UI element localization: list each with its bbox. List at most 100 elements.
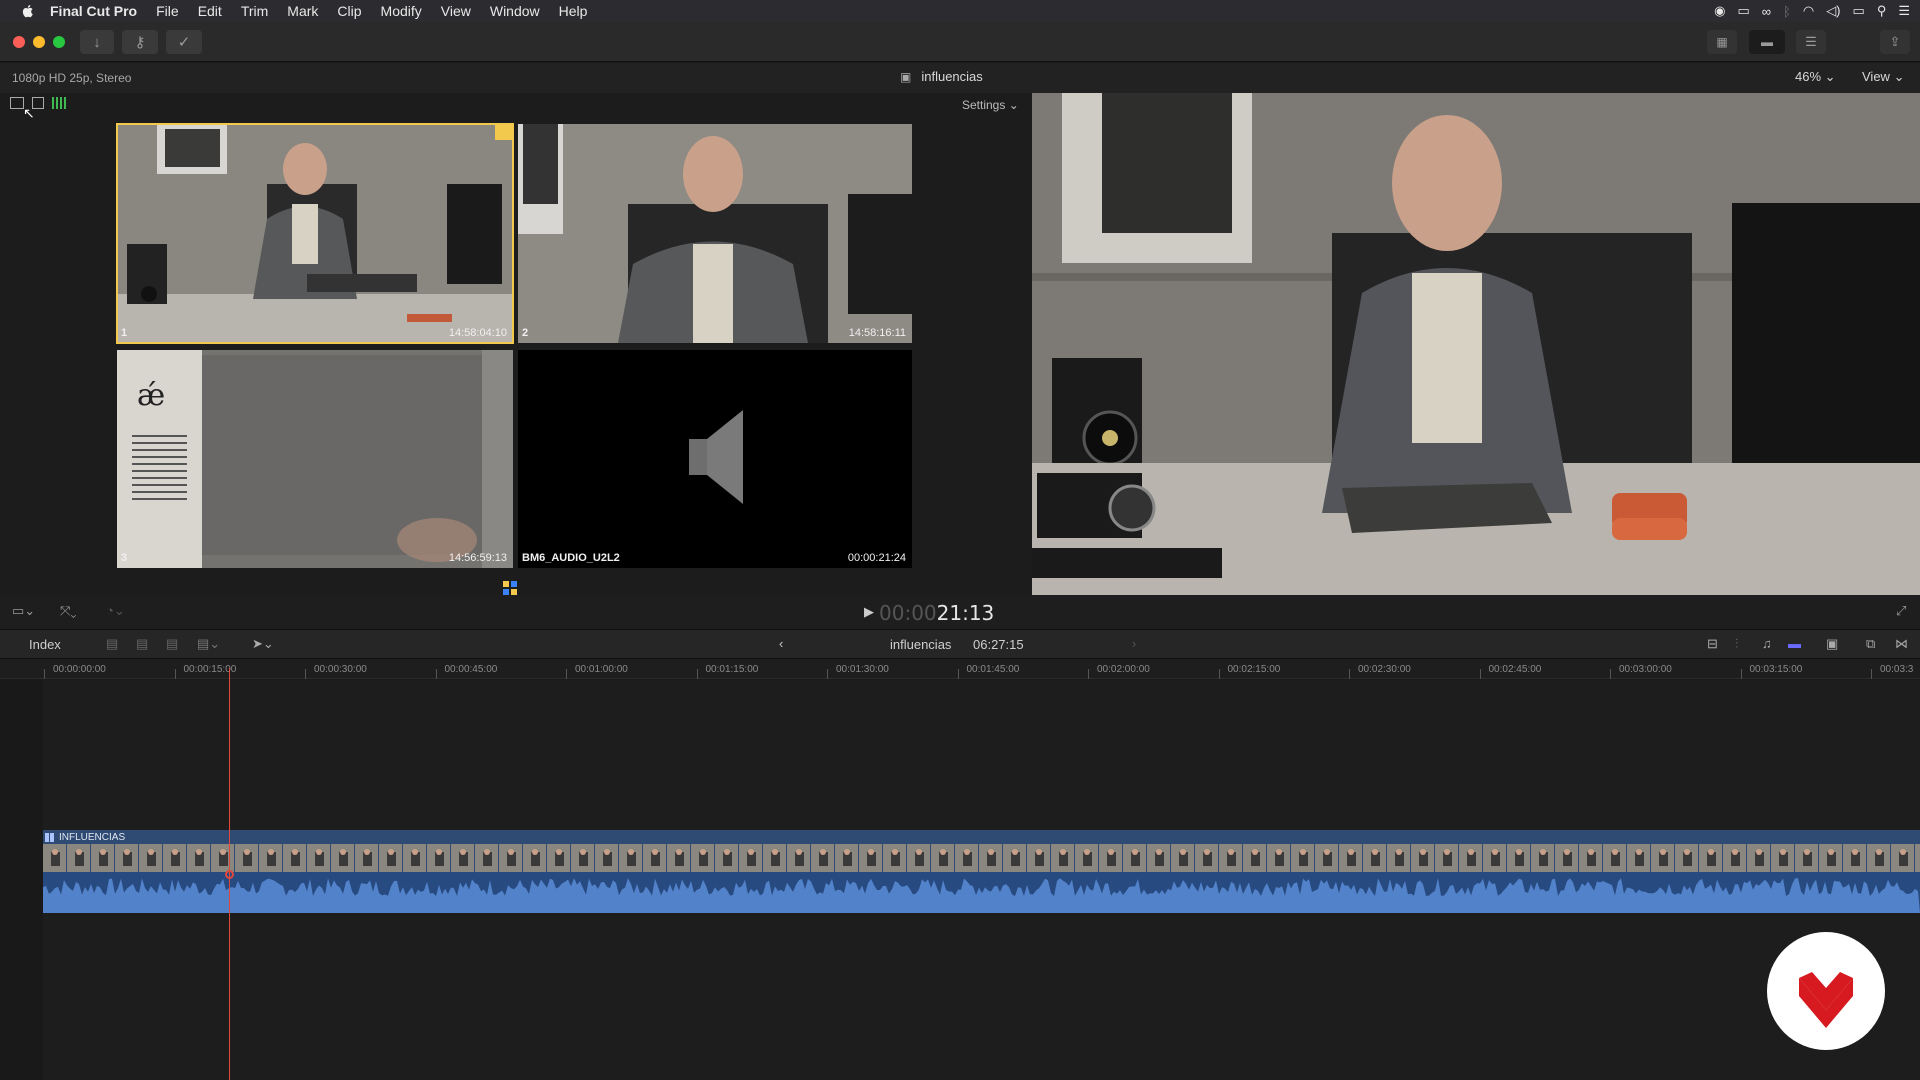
layout-menu-icon[interactable]: ▭⌄ [12,603,35,619]
ruler-label: 00:01:00:00 [575,664,628,675]
angle-label: 3 [121,552,128,564]
close-window-button[interactable] [13,36,25,48]
angle-3[interactable]: ǽ 3 14:56:59:13 [117,350,513,568]
angle-label: 1 [121,327,128,339]
playhead-handle[interactable] [225,870,234,879]
ruler-tick [1479,669,1481,679]
select-tool-icon[interactable]: ➤⌄ [252,636,274,652]
insert-clip-icon[interactable]: ▤ [136,636,148,652]
heart-logo-icon [1799,972,1853,1028]
ruler-label: 00:00:30:00 [314,664,367,675]
ruler-label: 00:00:45:00 [444,664,498,675]
wifi-icon[interactable]: ◠ [1803,3,1814,19]
keywords-button[interactable]: ⚷ [122,30,158,54]
timeline[interactable]: INFLUENCIAS [0,680,1920,1080]
app-window: Final Cut Pro File Edit Trim Mark Clip M… [0,0,1920,1080]
browser-toggle-button[interactable]: ▦ [1707,30,1737,54]
angle-bank-icon[interactable] [503,581,517,595]
inspector-toggle-button[interactable]: ☰ [1796,30,1826,54]
angle-2[interactable]: 2 14:58:16:11 [518,124,912,343]
angle-timecode: 14:58:16:11 [848,327,906,339]
timeline-toolbar: Index ▤ ▤ ▤ ▤⌄ ➤⌄ ‹ influencias 06:27:15… [0,629,1920,659]
audio-skimming-icon[interactable]: ⫶ [1735,636,1738,652]
angle-timecode: 00:00:21:24 [847,552,906,564]
background-tasks-button[interactable]: ✓ [166,30,202,54]
mouse-cursor-icon: ↖ [23,105,35,121]
menu-mark[interactable]: Mark [287,3,318,19]
multicam-icon [45,833,54,842]
solo-icon[interactable]: ♫ [1762,636,1772,651]
angle-2-image [518,124,912,343]
apple-icon[interactable] [20,3,36,19]
watermark-logo [1767,932,1885,1050]
ruler-tick [1740,669,1742,679]
creative-cloud-icon[interactable]: ∞ [1762,4,1771,19]
spotlight-search-icon[interactable]: ⚲ [1877,3,1887,19]
menu-file[interactable]: File [156,3,179,19]
clip-filmstrip [43,844,1920,872]
effects-browser-icon[interactable]: ⧉ [1866,636,1875,652]
volume-icon[interactable]: ◁) [1826,3,1840,19]
video-audio-switch-icon[interactable] [10,97,24,109]
viewer-image [1032,93,1920,595]
timecode-bright: 21:13 [936,601,995,625]
ruler-tick [435,669,437,679]
playback-bar: ▭⌄ ⤧⌄ ◔⌄ ▶ 00:0021:13 ⤢ [0,595,1920,629]
record-icon[interactable]: ◉ [1714,3,1725,19]
angle-1-image [117,124,513,343]
overwrite-clip-icon[interactable]: ▤⌄ [197,636,220,652]
import-button[interactable]: ↓ [80,30,114,54]
back-arrow-icon[interactable]: ‹ [779,636,783,651]
index-button[interactable]: Index [29,637,61,652]
connect-clip-icon[interactable]: ▤ [106,636,118,652]
status-area: ◉ ▭ ∞ ᛒ ◠ ◁) ▭ ⚲ ☰ [1714,0,1910,22]
display-icon[interactable]: ▭ [1737,3,1749,19]
full-screen-icon[interactable]: ⤢ [1896,603,1906,619]
transform-tool-icon[interactable]: ⤧⌄ [60,603,77,619]
append-clip-icon[interactable]: ▤ [166,636,178,652]
menu-clip[interactable]: Clip [337,3,361,19]
audio-switch-icon[interactable] [52,97,66,109]
transitions-browser-icon[interactable]: ⋈ [1895,636,1908,652]
forward-arrow-icon[interactable]: › [1132,636,1136,651]
viewer[interactable] [1032,93,1920,595]
menu-edit[interactable]: Edit [198,3,222,19]
download-arrow-icon: ↓ [93,33,101,51]
zoom-popup[interactable]: 46% ⌄ [1795,69,1836,85]
clip-appearance-2-icon[interactable]: ▣ [1826,636,1838,652]
project-name: influencias [921,69,983,84]
menu-help[interactable]: Help [559,3,588,19]
angle-viewer: Settings ⌄ 1 14:58:04:10 2 14:58:16:11 ǽ… [0,93,1032,595]
angle-4-audio[interactable]: BM6_AUDIO_U2L2 00:00:21:24 [518,350,912,568]
timeline-toggle-button[interactable]: ▬ [1749,30,1785,54]
minimize-window-button[interactable] [33,36,45,48]
speed-tool-icon[interactable]: ◔⌄ [106,603,125,619]
multicam-clip[interactable]: INFLUENCIAS [43,830,1920,913]
play-icon[interactable]: ▶ [864,604,874,620]
timeline-name: influencias [890,637,952,652]
angle-viewer-modes [10,97,66,109]
menu-app-name[interactable]: Final Cut Pro [50,3,137,19]
menu-window[interactable]: Window [490,3,540,19]
snapping-icon[interactable]: ▬ [1788,636,1801,651]
share-button[interactable]: ⇪ [1880,30,1910,54]
battery-icon[interactable]: ▭ [1853,3,1865,19]
zoom-window-button[interactable] [53,36,65,48]
menu-view[interactable]: View [441,3,471,19]
menu-modify[interactable]: Modify [381,3,422,19]
menu-trim[interactable]: Trim [241,3,268,19]
angle-1[interactable]: 1 14:58:04:10 [116,123,514,344]
timeline-ruler[interactable]: 00:00:00:00 00:00:15:00 00:00:30:00 00:00:4… [0,659,1920,679]
sliders-icon: ☰ [1805,34,1817,49]
angle-label: 2 [522,327,529,339]
clip-appearance-icon[interactable]: ⊟ [1707,636,1718,652]
view-popup[interactable]: View ⌄ [1862,69,1904,85]
menu-bar: Final Cut Pro File Edit Trim Mark Clip M… [0,0,1920,22]
viewer-header: 1080p HD 25p, Stereo ▣ influencias 46% ⌄… [0,63,1920,93]
project-title: ▣ influencias [900,69,983,84]
timecode-display[interactable]: 00:0021:13 [879,601,994,625]
ruler-tick [1610,669,1611,679]
bluetooth-icon[interactable]: ᛒ [1783,4,1791,19]
notification-center-icon[interactable]: ☰ [1898,3,1910,19]
settings-popup[interactable]: Settings ⌄ [962,98,1019,112]
